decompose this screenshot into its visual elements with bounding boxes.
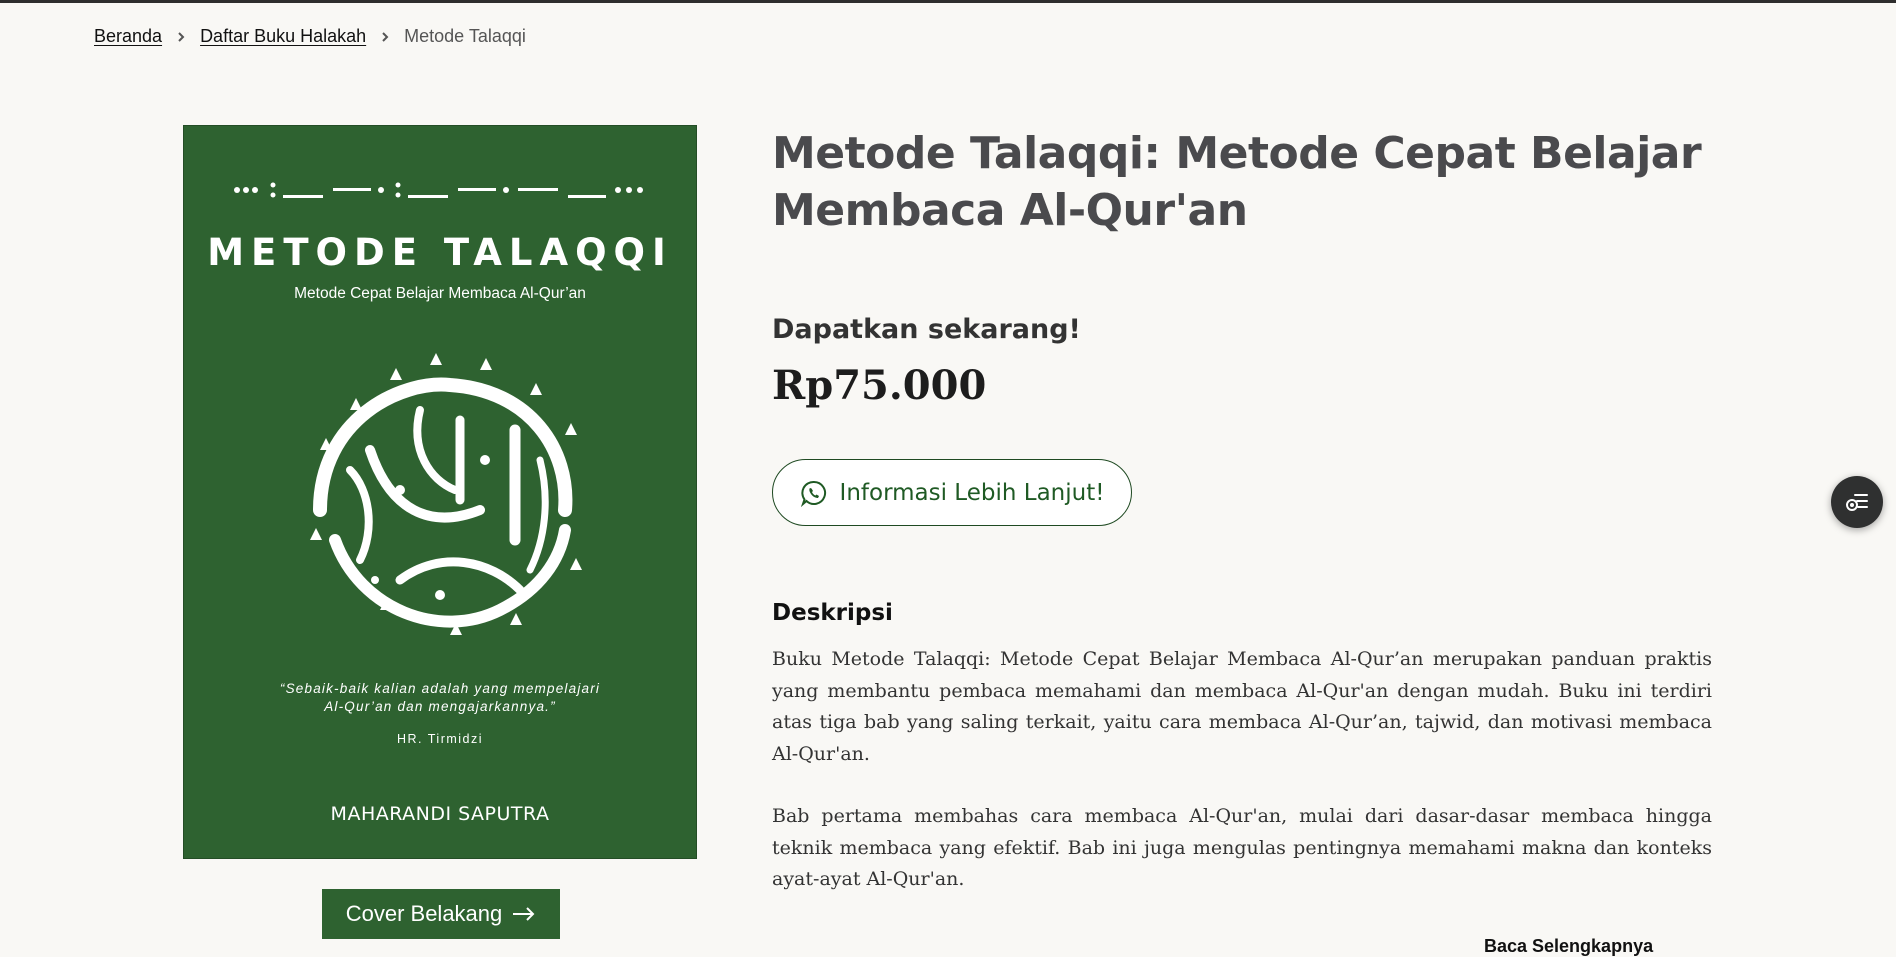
breadcrumb-current: Metode Talaqqi [404, 26, 526, 46]
floating-reading-list-button[interactable] [1831, 476, 1883, 528]
cover-subtitle: Metode Cepat Belajar Membaca Al-Qur’an [294, 285, 586, 302]
top-border [0, 0, 1896, 3]
arabic-calligraphy-emblem [310, 353, 582, 635]
cover-quote-source: HR. Tirmidzi [396, 732, 484, 746]
breadcrumb-list-link[interactable]: Daftar Buku Halakah [200, 26, 366, 47]
back-cover-button-label: Cover Belakang [345, 901, 503, 926]
more-info-button[interactable]: Informasi Lebih Lanjut! [772, 459, 1132, 526]
chevron-right-icon [374, 26, 396, 47]
read-more-label: Baca Selengkapnya [1484, 936, 1654, 956]
breadcrumb: Beranda Daftar Buku Halakah Metode Talaq… [94, 26, 526, 47]
description-heading: Deskripsi [772, 600, 893, 626]
book-cover-image: METODE TALAQQI Metode Cepat Belajar Memb… [183, 125, 697, 859]
cover-quote-line: “Sebaik-baik kalian adalah yang mempelaj… [279, 681, 601, 696]
description-paragraph: Bab pertama membahas cara membaca Al-Qur… [772, 805, 1712, 890]
cover-author: MAHARANDI SAPUTRA [330, 803, 550, 825]
whatsapp-icon [800, 480, 826, 507]
cover-quote-line: Al-Qur’an dan mengajarkannya.” [324, 699, 556, 714]
read-more-link[interactable]: Baca Selengkapnya [1484, 936, 1653, 957]
reading-list-icon [1846, 494, 1868, 511]
description-paragraph: Buku Metode Talaqqi: Metode Cepat Belaja… [772, 648, 1712, 765]
cover-quote: “Sebaik-baik kalian adalah yang mempelaj… [243, 680, 637, 716]
product-price: Rp75.000 [772, 362, 987, 409]
cover-ornament [234, 182, 643, 198]
breadcrumb-home-link[interactable]: Beranda [94, 26, 162, 47]
product-title: Metode Talaqqi: Metode Cepat Belajar Mem… [772, 128, 1702, 236]
chevron-right-icon [170, 26, 192, 47]
arrow-right-icon [513, 907, 535, 921]
more-info-button-label: Informasi Lebih Lanjut! [839, 479, 1105, 506]
cover-title: METODE TALAQQI [207, 231, 673, 274]
cta-heading: Dapatkan sekarang! [772, 314, 1081, 345]
back-cover-button[interactable]: Cover Belakang [322, 889, 560, 939]
